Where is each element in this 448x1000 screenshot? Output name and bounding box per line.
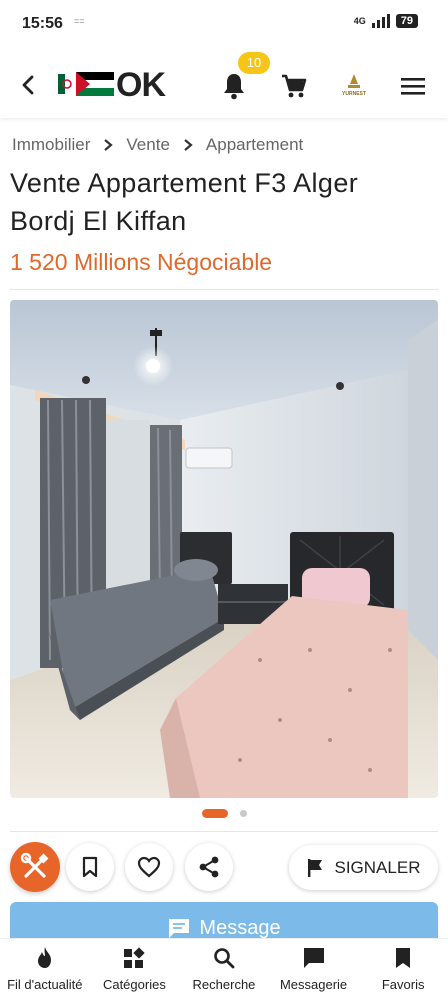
status-right: 4G 79 bbox=[354, 14, 418, 28]
bottom-navigation: Fil d'actualité Catégories Recherche Mes… bbox=[0, 938, 448, 1000]
report-button[interactable]: SIGNALER bbox=[289, 845, 438, 890]
gallery-dot[interactable] bbox=[239, 810, 247, 817]
nav-label-feed: Fil d'actualité bbox=[7, 977, 83, 992]
bookmark-icon bbox=[82, 856, 98, 878]
flag-icon bbox=[307, 858, 322, 877]
brand-mark-text: YURNEST bbox=[342, 91, 366, 97]
breadcrumb-item-immobilier[interactable]: Immobilier bbox=[12, 135, 90, 155]
chat-icon bbox=[303, 948, 324, 968]
listing-photo[interactable] bbox=[10, 300, 438, 798]
heart-icon bbox=[137, 856, 161, 878]
bookmark-icon bbox=[396, 948, 411, 968]
report-label: SIGNALER bbox=[334, 857, 421, 877]
signal-icon bbox=[371, 14, 390, 28]
brand-mark-icon bbox=[348, 74, 360, 88]
nav-item-categories[interactable]: Catégories bbox=[90, 939, 180, 1000]
chat-icon bbox=[169, 919, 190, 938]
breadcrumb-item-vente[interactable]: Vente bbox=[126, 135, 170, 155]
nav-item-search[interactable]: Recherche bbox=[179, 939, 269, 1000]
bell-icon[interactable] bbox=[222, 72, 246, 100]
nav-item-favorites[interactable]: Favoris bbox=[358, 939, 448, 1000]
share-icon bbox=[199, 856, 219, 878]
tools-button[interactable] bbox=[10, 842, 60, 892]
brand-logo[interactable]: YURNEST bbox=[338, 70, 370, 102]
divider bbox=[10, 831, 438, 832]
chevron-right-icon bbox=[184, 139, 193, 151]
listing-title: Vente Appartement F3 Alger Bordj El Kiff… bbox=[10, 168, 359, 236]
breadcrumb-item-appartement[interactable]: Appartement bbox=[206, 135, 303, 155]
bookmark-button[interactable] bbox=[66, 843, 114, 891]
tools-icon bbox=[20, 852, 49, 878]
nav-label-favorites: Favoris bbox=[381, 977, 425, 992]
back-arrow-icon[interactable] bbox=[18, 72, 38, 98]
categories-icon bbox=[124, 947, 146, 968]
search-icon bbox=[214, 948, 235, 969]
gallery-indicator bbox=[0, 809, 448, 818]
chevron-right-icon bbox=[104, 139, 114, 151]
notification-badge: 10 bbox=[238, 52, 270, 74]
nav-item-messages[interactable]: Messagerie bbox=[269, 939, 359, 1000]
listing-price: 1 520 Millions Négociable bbox=[10, 249, 273, 275]
favorite-button[interactable] bbox=[125, 843, 173, 891]
logo-text: OK bbox=[116, 66, 166, 104]
nav-label-messages: Messagerie bbox=[279, 977, 348, 992]
breadcrumb: Immobilier Vente Appartement bbox=[12, 135, 303, 155]
message-label: Message bbox=[199, 917, 281, 939]
nav-label-search: Recherche bbox=[192, 977, 256, 992]
status-time: 15:56 bbox=[22, 15, 63, 32]
bedroom-photo-image bbox=[10, 300, 438, 798]
flame-icon bbox=[37, 947, 51, 968]
battery-level: 79 bbox=[395, 14, 418, 28]
network-type: 4G bbox=[353, 16, 366, 26]
divider bbox=[10, 289, 438, 290]
nav-item-feed[interactable]: Fil d'actualité bbox=[0, 939, 90, 1000]
cart-icon[interactable] bbox=[280, 72, 308, 100]
app-logo[interactable]: OK bbox=[56, 66, 182, 104]
status-indicator: == bbox=[74, 16, 85, 26]
hamburger-menu-icon[interactable] bbox=[401, 76, 425, 96]
nav-label-categories: Catégories bbox=[102, 977, 166, 992]
share-button[interactable] bbox=[185, 843, 233, 891]
gallery-dot-active[interactable] bbox=[201, 809, 228, 818]
status-bar: 15:56 == 4G 79 bbox=[0, 0, 448, 50]
app-header: OK YURNEST bbox=[0, 52, 448, 118]
